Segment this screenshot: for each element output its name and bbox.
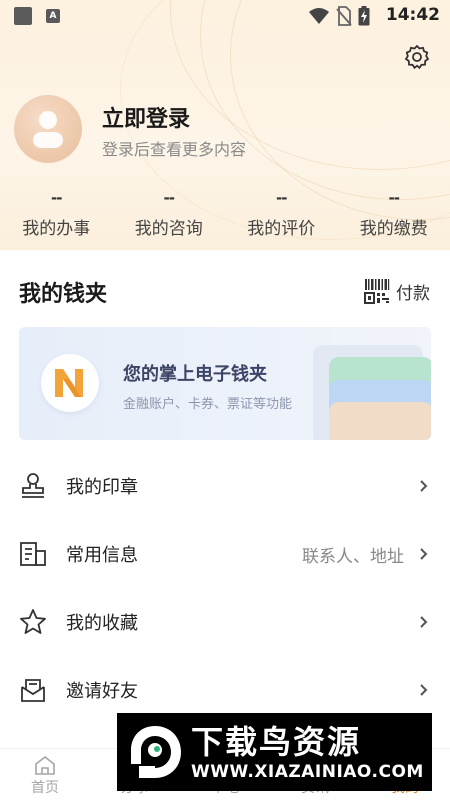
notification-square-icon (14, 7, 32, 25)
pay-label: 付款 (396, 283, 430, 304)
stat-my-payments[interactable]: -- 我的缴费 (338, 186, 450, 246)
nav-label: 首页 (31, 780, 59, 796)
stat-label: 我的缴费 (359, 219, 428, 239)
stats-row: -- 我的办事 -- 我的咨询 -- 我的评价 -- 我的缴费 (0, 186, 450, 246)
wallet-logo (41, 354, 99, 412)
stamp-icon (19, 472, 47, 500)
stat-label: 我的评价 (247, 219, 316, 239)
stat-my-consultations[interactable]: -- 我的咨询 (113, 186, 226, 246)
invite-mail-icon (19, 676, 47, 704)
stat-value: -- (388, 189, 400, 207)
watermark-banner: 下载鸟资源 WWW.XIAZAINIAO.COM (117, 713, 432, 791)
settings-button[interactable] (402, 42, 432, 72)
login-link[interactable]: 立即登录 (102, 101, 190, 133)
star-icon (19, 608, 47, 636)
watermark-url: WWW.XIAZAINIAO.COM (191, 762, 424, 782)
menu-item-label: 我的收藏 (66, 613, 138, 634)
info-card-icon (19, 540, 47, 568)
stat-value: -- (51, 189, 62, 207)
user-icon (33, 111, 63, 148)
stat-label: 我的办事 (22, 219, 91, 239)
wallet-section-title: 我的钱夹 (19, 282, 108, 307)
no-sim-icon (336, 6, 352, 26)
wallet-n-logo-icon (55, 369, 83, 397)
watermark-title: 下载鸟资源 (191, 723, 362, 761)
qrcode-icon (364, 279, 390, 304)
nav-home[interactable]: 首页 (0, 749, 90, 800)
stat-my-reviews[interactable]: -- 我的评价 (225, 186, 338, 246)
clock: 14:42 (385, 5, 440, 25)
wallet-card-deco (329, 402, 431, 440)
pay-button[interactable]: 付款 (364, 278, 430, 304)
gear-icon (404, 44, 430, 70)
chevron-right-icon (418, 614, 430, 630)
wifi-icon (309, 8, 329, 24)
wallet-card[interactable]: 您的掌上电子钱夹 金融账户、卡券、票证等功能 (19, 327, 431, 440)
menu-item-label: 常用信息 (66, 545, 138, 566)
home-icon (35, 755, 55, 775)
login-subtitle: 登录后查看更多内容 (102, 140, 247, 159)
menu-item-favorites[interactable]: 我的收藏 (0, 588, 450, 656)
a-notification-icon: A (46, 9, 60, 23)
menu-item-label: 邀请好友 (66, 681, 138, 702)
bird-logo-icon (123, 720, 187, 784)
stat-my-affairs[interactable]: -- 我的办事 (0, 186, 113, 246)
menu-list: 我的印章 常用信息 联系人、地址 我的收藏 邀请好友 (0, 452, 450, 724)
stat-label: 我的咨询 (134, 219, 203, 239)
menu-item-hint: 联系人、地址 (302, 546, 404, 567)
menu-item-label: 我的印章 (66, 477, 138, 498)
menu-item-stamp[interactable]: 我的印章 (0, 452, 450, 520)
menu-item-common-info[interactable]: 常用信息 联系人、地址 (0, 520, 450, 588)
avatar[interactable] (14, 95, 82, 163)
wallet-card-subtitle: 金融账户、卡券、票证等功能 (123, 397, 293, 412)
mine-page: A 14:42 立即登录 登录后查看更多内容 -- 我的办事 -- 我的咨询 -… (0, 0, 450, 800)
status-bar: A 14:42 (0, 0, 450, 32)
stat-value: -- (163, 189, 175, 207)
chevron-right-icon (418, 546, 430, 562)
chevron-right-icon (418, 478, 430, 494)
stat-value: -- (276, 189, 287, 207)
battery-charging-icon (358, 6, 370, 26)
chevron-right-icon (418, 682, 430, 698)
wallet-card-title: 您的掌上电子钱夹 (123, 364, 267, 385)
